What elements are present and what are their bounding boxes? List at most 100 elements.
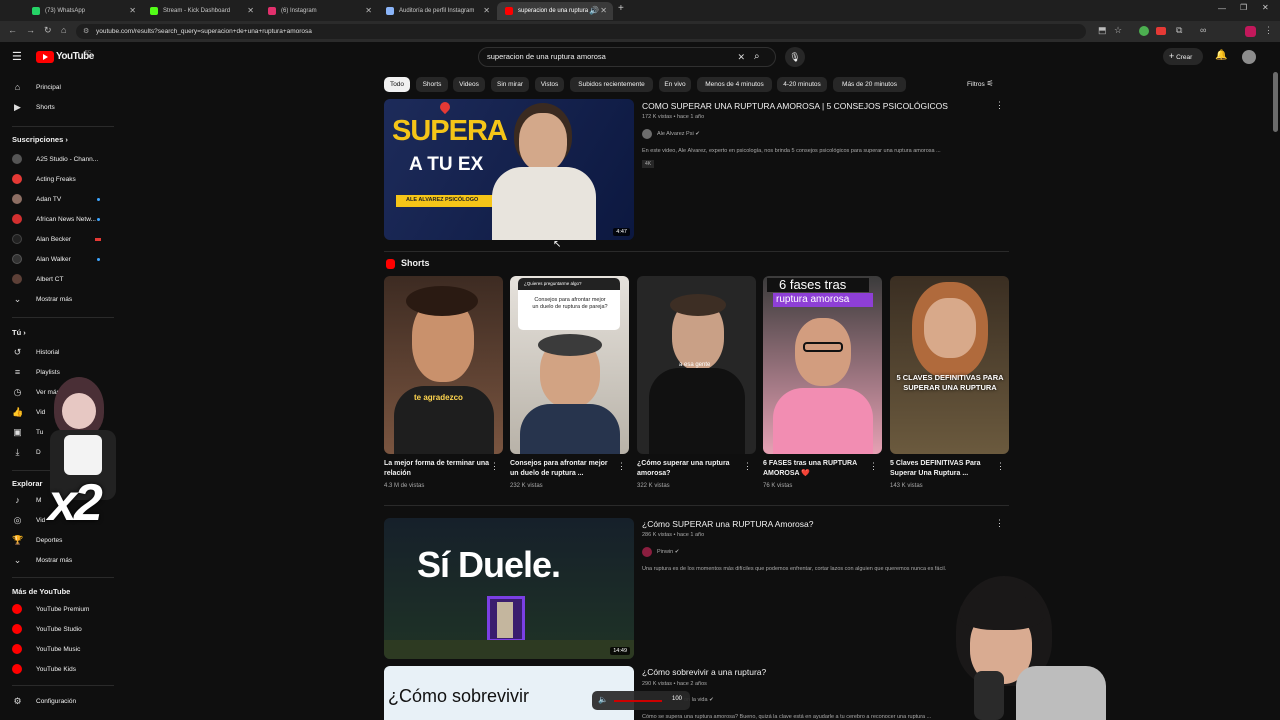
video-thumbnail[interactable]: Sí Duele. 14:49 <box>384 518 634 659</box>
short-thumbnail[interactable]: te agradezco <box>384 276 503 454</box>
sidebar-item-subscription[interactable]: African News Netw... <box>0 209 112 229</box>
sidebar-item-studio[interactable]: YouTube Studio <box>0 619 112 639</box>
close-icon[interactable]: ✕ <box>365 6 372 15</box>
more-options-icon[interactable]: ⋮ <box>995 100 1004 111</box>
create-button[interactable]: + Crear <box>1163 48 1203 65</box>
extension-icon[interactable] <box>1156 27 1166 35</box>
forward-icon[interactable]: → <box>26 25 35 35</box>
channel-avatar[interactable] <box>642 547 652 557</box>
tab-youtube[interactable]: superacion de una ruptura 🔊 ✕ <box>497 2 613 20</box>
sidebar-item-subscription[interactable]: A25 Studio - Chann... <box>0 149 112 169</box>
close-icon[interactable]: ✕ <box>483 6 490 15</box>
volume-slider[interactable] <box>614 700 662 702</box>
chip-videos[interactable]: Videos <box>453 77 485 92</box>
sidebar-item-subscription[interactable]: Alan Walker <box>0 249 112 269</box>
video-title[interactable]: ¿Cómo SUPERAR una RUPTURA Amorosa? <box>642 519 982 529</box>
close-icon[interactable]: ✕ <box>247 6 254 15</box>
channel-avatar[interactable] <box>642 129 652 139</box>
more-options-icon[interactable]: ⋮ <box>617 461 626 472</box>
sidebar-item-settings[interactable]: ⚙ Configuración <box>0 691 112 711</box>
more-options-icon[interactable]: ⋮ <box>743 461 752 472</box>
voice-search-icon[interactable]: 🎙 <box>785 47 805 67</box>
chip-sin-mirar[interactable]: Sin mirar <box>491 77 529 92</box>
minimize-icon[interactable]: — <box>1218 4 1226 13</box>
short-thumbnail[interactable]: 6 fases tras ruptura amorosa <box>763 276 882 454</box>
sidebar-item-historial[interactable]: ↺ Historial <box>0 342 112 362</box>
tab-instagram[interactable]: (6) Instagram ✕ <box>260 2 378 20</box>
chip-mas-20[interactable]: Más de 20 minutos <box>833 77 906 92</box>
short-thumbnail[interactable]: a esa gente <box>637 276 756 454</box>
sidebar-item-subscription[interactable]: Albert CT <box>0 269 112 289</box>
reload-icon[interactable]: ↻ <box>44 25 52 36</box>
more-options-icon[interactable]: ⋮ <box>490 461 499 472</box>
filters-button[interactable]: Filtros ⚟ <box>967 79 994 88</box>
short-title[interactable]: Consejos para afrontar mejor un duelo de… <box>510 459 616 479</box>
short-title[interactable]: 5 Claves DEFINITIVAS Para Superar Una Ru… <box>890 459 996 479</box>
notifications-bell-icon[interactable]: 🔔 <box>1215 50 1227 61</box>
home-icon: ⌂ <box>14 81 21 92</box>
video-title[interactable]: ¿Cómo sobrevivir a una ruptura? <box>642 667 942 677</box>
short-title[interactable]: 6 FASES tras una RUPTURA AMOROSA ❤️ <box>763 459 869 479</box>
clear-search-icon[interactable]: ✕ <box>737 48 745 66</box>
home-icon[interactable]: ⌂ <box>61 25 66 35</box>
search-icon[interactable]: ⌕ <box>754 51 760 62</box>
tab-whatsapp[interactable]: (73) WhatsApp ✕ <box>24 2 142 20</box>
new-tab-button[interactable]: + <box>618 3 624 14</box>
short-title[interactable]: ¿Cómo superar una ruptura amorosa? <box>637 459 743 479</box>
subscriptions-heading[interactable]: Suscripciones › <box>12 135 68 144</box>
you-heading[interactable]: Tú › <box>12 328 26 337</box>
short-thumbnail[interactable]: 5 CLAVES DEFINITIVAS PARA SUPERAR UNA RU… <box>890 276 1009 454</box>
menu-dots-icon[interactable]: ⋮ <box>1264 25 1273 36</box>
avatar[interactable] <box>1242 50 1256 64</box>
sidebar-item-subscription[interactable]: Adan TV <box>0 189 112 209</box>
search-input[interactable]: superacion de una ruptura amorosa ✕ <box>478 47 776 67</box>
back-icon[interactable]: ← <box>8 25 17 35</box>
chip-vistos[interactable]: Vistos <box>535 77 564 92</box>
sidebar-item-premium[interactable]: YouTube Premium <box>0 599 112 619</box>
sidebar-item-shorts[interactable]: ▶ Shorts <box>0 97 112 117</box>
tab-kick[interactable]: Stream - Kick Dashboard ✕ <box>142 2 260 20</box>
channel-name[interactable]: Pinwin ✔ <box>657 549 679 555</box>
more-options-icon[interactable]: ⋮ <box>995 518 1004 529</box>
chip-todo[interactable]: Todo <box>384 77 410 92</box>
sidebar-item-music-app[interactable]: YouTube Music <box>0 639 112 659</box>
show-more-button[interactable]: ⌄ Mostrar más <box>0 289 112 309</box>
chip-4-20[interactable]: 4-20 minutos <box>777 77 827 92</box>
audio-icon[interactable]: 🔊 <box>589 6 599 15</box>
close-icon[interactable]: ✕ <box>600 6 607 15</box>
chip-subidos[interactable]: Subidos recientemente <box>570 77 653 92</box>
close-window-icon[interactable]: ✕ <box>1262 3 1269 12</box>
maximize-icon[interactable]: ❐ <box>1240 3 1247 12</box>
youtube-logo-icon[interactable] <box>36 51 54 63</box>
extensions-puzzle-icon[interactable]: ⧉ <box>1176 25 1182 36</box>
extension-icon[interactable] <box>1139 26 1149 36</box>
url-field[interactable]: ⚙ youtube.com/results?search_query=super… <box>76 24 1086 39</box>
video-title[interactable]: COMO SUPERAR UNA RUPTURA AMOROSA | 5 CON… <box>642 101 982 111</box>
short-title[interactable]: La mejor forma de terminar una relación <box>384 459 490 479</box>
thumbnail-text: ¿Cómo sobrevivir <box>388 686 530 706</box>
chip-en-vivo[interactable]: En vivo <box>659 77 691 92</box>
page-scrollbar[interactable] <box>1273 72 1278 132</box>
more-options-icon[interactable]: ⋮ <box>869 461 878 472</box>
profile-icon[interactable] <box>1245 26 1256 37</box>
short-thumbnail[interactable]: ¿Quieres preguntarme algo? Consejos para… <box>510 276 629 454</box>
sidebar-item-subscription[interactable]: Acting Freaks <box>0 169 112 189</box>
bookmark-star-icon[interactable]: ☆ <box>1114 25 1122 36</box>
channel-name[interactable]: Ale Alvarez Psi ✔ <box>657 131 700 137</box>
hamburger-menu-icon[interactable]: ☰ <box>12 50 22 63</box>
link-icon[interactable]: ∞ <box>1200 25 1206 35</box>
show-more-button[interactable]: ⌄ Mostrar más <box>0 550 112 570</box>
sidebar-item-kids[interactable]: YouTube Kids <box>0 659 112 679</box>
more-options-icon[interactable]: ⋮ <box>996 461 1005 472</box>
address-bar: ← → ↻ ⌂ ⚙ youtube.com/results?search_que… <box>0 21 1280 42</box>
close-icon[interactable]: ✕ <box>129 6 136 15</box>
chip-shorts[interactable]: Shorts <box>416 77 448 92</box>
sidebar-item-subscription[interactable]: Alan Becker <box>0 229 112 249</box>
site-info-icon[interactable]: ⚙ <box>83 24 89 39</box>
video-thumbnail[interactable]: SUPERA A TU EX ALE ALVAREZ PSICÓLOGO 4:4… <box>384 99 634 240</box>
chip-menos-4[interactable]: Menos de 4 minutos <box>697 77 772 92</box>
tab-auditoria[interactable]: Auditoría de perfil Instagram ✕ <box>378 2 496 20</box>
install-icon[interactable]: ⬒ <box>1098 25 1107 36</box>
sidebar-item-principal[interactable]: ⌂ Principal <box>0 77 112 97</box>
volume-icon[interactable]: 🔈 <box>598 695 608 704</box>
